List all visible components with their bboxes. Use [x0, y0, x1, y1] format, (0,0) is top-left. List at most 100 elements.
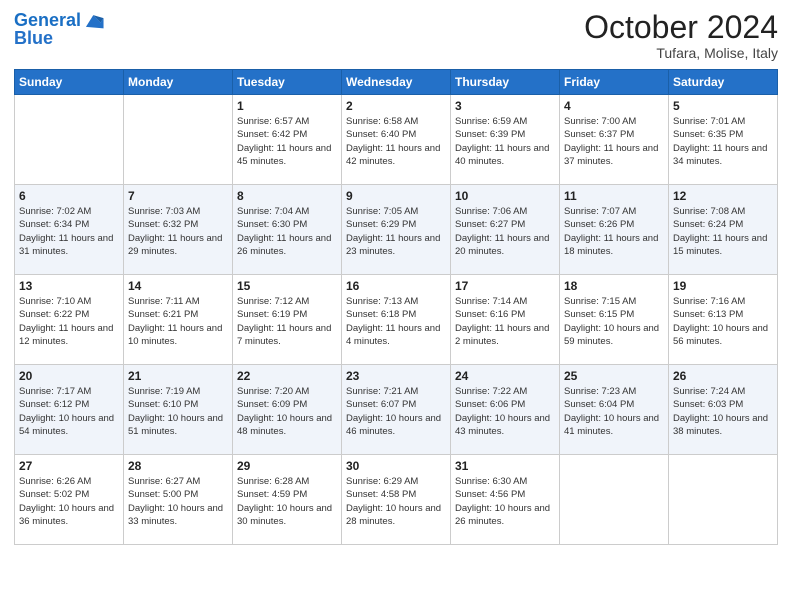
day-info: Sunrise: 6:28 AMSunset: 4:59 PMDaylight:… [237, 475, 337, 528]
day-info: Sunrise: 7:13 AMSunset: 6:18 PMDaylight:… [346, 295, 446, 348]
day-number: 12 [673, 189, 773, 203]
day-info: Sunrise: 6:26 AMSunset: 5:02 PMDaylight:… [19, 475, 119, 528]
day-number: 31 [455, 459, 555, 473]
logo-icon [83, 10, 105, 32]
calendar-cell: 28 Sunrise: 6:27 AMSunset: 5:00 PMDayligh… [124, 455, 233, 545]
day-number: 23 [346, 369, 446, 383]
day-number: 11 [564, 189, 664, 203]
month-title: October 2024 [584, 10, 778, 45]
calendar-cell: 18 Sunrise: 7:15 AMSunset: 6:15 PMDayligh… [560, 275, 669, 365]
calendar-cell: 26Sunrise: 7:24 AMSunset: 6:03 PMDayligh… [669, 365, 778, 455]
weekday-header-monday: Monday [124, 70, 233, 95]
calendar-cell: 8 Sunrise: 7:04 AMSunset: 6:30 PMDaylight… [233, 185, 342, 275]
day-info: Sunrise: 7:00 AMSunset: 6:37 PMDaylight:… [564, 115, 664, 168]
day-info: Sunrise: 6:59 AMSunset: 6:39 PMDaylight:… [455, 115, 555, 168]
day-number: 16 [346, 279, 446, 293]
day-number: 3 [455, 99, 555, 113]
day-info: Sunrise: 7:10 AMSunset: 6:22 PMDaylight:… [19, 295, 119, 348]
weekday-header-sunday: Sunday [15, 70, 124, 95]
calendar-cell: 5Sunrise: 7:01 AMSunset: 6:35 PMDaylight… [669, 95, 778, 185]
weekday-header-friday: Friday [560, 70, 669, 95]
day-info: Sunrise: 6:57 AMSunset: 6:42 PMDaylight:… [237, 115, 337, 168]
calendar-cell [560, 455, 669, 545]
day-number: 18 [564, 279, 664, 293]
calendar-cell: 27 Sunrise: 6:26 AMSunset: 5:02 PMDayligh… [15, 455, 124, 545]
calendar-cell: 2Sunrise: 6:58 AMSunset: 6:40 PMDaylight… [342, 95, 451, 185]
calendar-cell: 4Sunrise: 7:00 AMSunset: 6:37 PMDaylight… [560, 95, 669, 185]
day-number: 25 [564, 369, 664, 383]
day-number: 29 [237, 459, 337, 473]
calendar-cell: 16 Sunrise: 7:13 AMSunset: 6:18 PMDayligh… [342, 275, 451, 365]
day-number: 20 [19, 369, 119, 383]
day-number: 8 [237, 189, 337, 203]
day-info: Sunrise: 7:14 AMSunset: 6:16 PMDaylight:… [455, 295, 555, 348]
calendar-cell [15, 95, 124, 185]
calendar-cell: 29 Sunrise: 6:28 AMSunset: 4:59 PMDayligh… [233, 455, 342, 545]
day-info: Sunrise: 7:15 AMSunset: 6:15 PMDaylight:… [564, 295, 664, 348]
calendar-cell: 23 Sunrise: 7:21 AMSunset: 6:07 PMDayligh… [342, 365, 451, 455]
day-info: Sunrise: 7:08 AMSunset: 6:24 PMDaylight:… [673, 205, 773, 258]
title-block: October 2024 Tufara, Molise, Italy [584, 10, 778, 61]
calendar-cell: 21 Sunrise: 7:19 AMSunset: 6:10 PMDayligh… [124, 365, 233, 455]
day-number: 17 [455, 279, 555, 293]
calendar-cell: 12 Sunrise: 7:08 AMSunset: 6:24 PMDayligh… [669, 185, 778, 275]
calendar-cell: 25 Sunrise: 7:23 AMSunset: 6:04 PMDayligh… [560, 365, 669, 455]
calendar-cell: 31 Sunrise: 6:30 AMSunset: 4:56 PMDayligh… [451, 455, 560, 545]
day-number: 26 [673, 369, 773, 383]
calendar-cell: 19 Sunrise: 7:16 AMSunset: 6:13 PMDayligh… [669, 275, 778, 365]
day-info: Sunrise: 6:27 AMSunset: 5:00 PMDaylight:… [128, 475, 228, 528]
calendar-cell: 3 Sunrise: 6:59 AMSunset: 6:39 PMDaylight… [451, 95, 560, 185]
day-number: 7 [128, 189, 228, 203]
calendar-cell [124, 95, 233, 185]
day-info: Sunrise: 7:12 AMSunset: 6:19 PMDaylight:… [237, 295, 337, 348]
calendar-cell: 20Sunrise: 7:17 AMSunset: 6:12 PMDayligh… [15, 365, 124, 455]
day-info: Sunrise: 7:06 AMSunset: 6:27 PMDaylight:… [455, 205, 555, 258]
calendar-cell: 10 Sunrise: 7:06 AMSunset: 6:27 PMDayligh… [451, 185, 560, 275]
day-info: Sunrise: 6:29 AMSunset: 4:58 PMDaylight:… [346, 475, 446, 528]
day-info: Sunrise: 7:19 AMSunset: 6:10 PMDaylight:… [128, 385, 228, 438]
day-number: 10 [455, 189, 555, 203]
day-number: 6 [19, 189, 119, 203]
day-number: 28 [128, 459, 228, 473]
day-info: Sunrise: 7:04 AMSunset: 6:30 PMDaylight:… [237, 205, 337, 258]
calendar-cell: 1 Sunrise: 6:57 AMSunset: 6:42 PMDaylight… [233, 95, 342, 185]
day-info: Sunrise: 7:07 AMSunset: 6:26 PMDaylight:… [564, 205, 664, 258]
calendar-cell: 9 Sunrise: 7:05 AMSunset: 6:29 PMDaylight… [342, 185, 451, 275]
day-number: 30 [346, 459, 446, 473]
day-number: 19 [673, 279, 773, 293]
logo: General Blue [14, 10, 105, 49]
day-info: Sunrise: 7:22 AMSunset: 6:06 PMDaylight:… [455, 385, 555, 438]
day-info: Sunrise: 7:20 AMSunset: 6:09 PMDaylight:… [237, 385, 337, 438]
calendar-table: SundayMondayTuesdayWednesdayThursdayFrid… [14, 69, 778, 545]
day-number: 13 [19, 279, 119, 293]
day-info: Sunrise: 6:58 AMSunset: 6:40 PMDaylight:… [346, 115, 446, 168]
day-info: Sunrise: 7:21 AMSunset: 6:07 PMDaylight:… [346, 385, 446, 438]
calendar-cell: 17 Sunrise: 7:14 AMSunset: 6:16 PMDayligh… [451, 275, 560, 365]
weekday-header-tuesday: Tuesday [233, 70, 342, 95]
day-number: 9 [346, 189, 446, 203]
day-info: Sunrise: 7:23 AMSunset: 6:04 PMDaylight:… [564, 385, 664, 438]
day-number: 24 [455, 369, 555, 383]
weekday-header-saturday: Saturday [669, 70, 778, 95]
day-info: Sunrise: 7:16 AMSunset: 6:13 PMDaylight:… [673, 295, 773, 348]
day-number: 27 [19, 459, 119, 473]
page: General Blue October 2024 Tufara, Molise… [0, 0, 792, 612]
calendar-cell: 11 Sunrise: 7:07 AMSunset: 6:26 PMDayligh… [560, 185, 669, 275]
day-number: 1 [237, 99, 337, 113]
day-number: 21 [128, 369, 228, 383]
day-info: Sunrise: 6:30 AMSunset: 4:56 PMDaylight:… [455, 475, 555, 528]
day-info: Sunrise: 7:05 AMSunset: 6:29 PMDaylight:… [346, 205, 446, 258]
day-number: 14 [128, 279, 228, 293]
calendar-cell: 30 Sunrise: 6:29 AMSunset: 4:58 PMDayligh… [342, 455, 451, 545]
calendar-cell: 15 Sunrise: 7:12 AMSunset: 6:19 PMDayligh… [233, 275, 342, 365]
location: Tufara, Molise, Italy [584, 45, 778, 61]
calendar-cell: 6Sunrise: 7:02 AMSunset: 6:34 PMDaylight… [15, 185, 124, 275]
calendar-cell: 22Sunrise: 7:20 AMSunset: 6:09 PMDayligh… [233, 365, 342, 455]
day-number: 15 [237, 279, 337, 293]
calendar-cell: 7Sunrise: 7:03 AMSunset: 6:32 PMDaylight… [124, 185, 233, 275]
weekday-header-thursday: Thursday [451, 70, 560, 95]
calendar-cell [669, 455, 778, 545]
calendar-cell: 24 Sunrise: 7:22 AMSunset: 6:06 PMDayligh… [451, 365, 560, 455]
day-info: Sunrise: 7:01 AMSunset: 6:35 PMDaylight:… [673, 115, 773, 168]
day-info: Sunrise: 7:11 AMSunset: 6:21 PMDaylight:… [128, 295, 228, 348]
